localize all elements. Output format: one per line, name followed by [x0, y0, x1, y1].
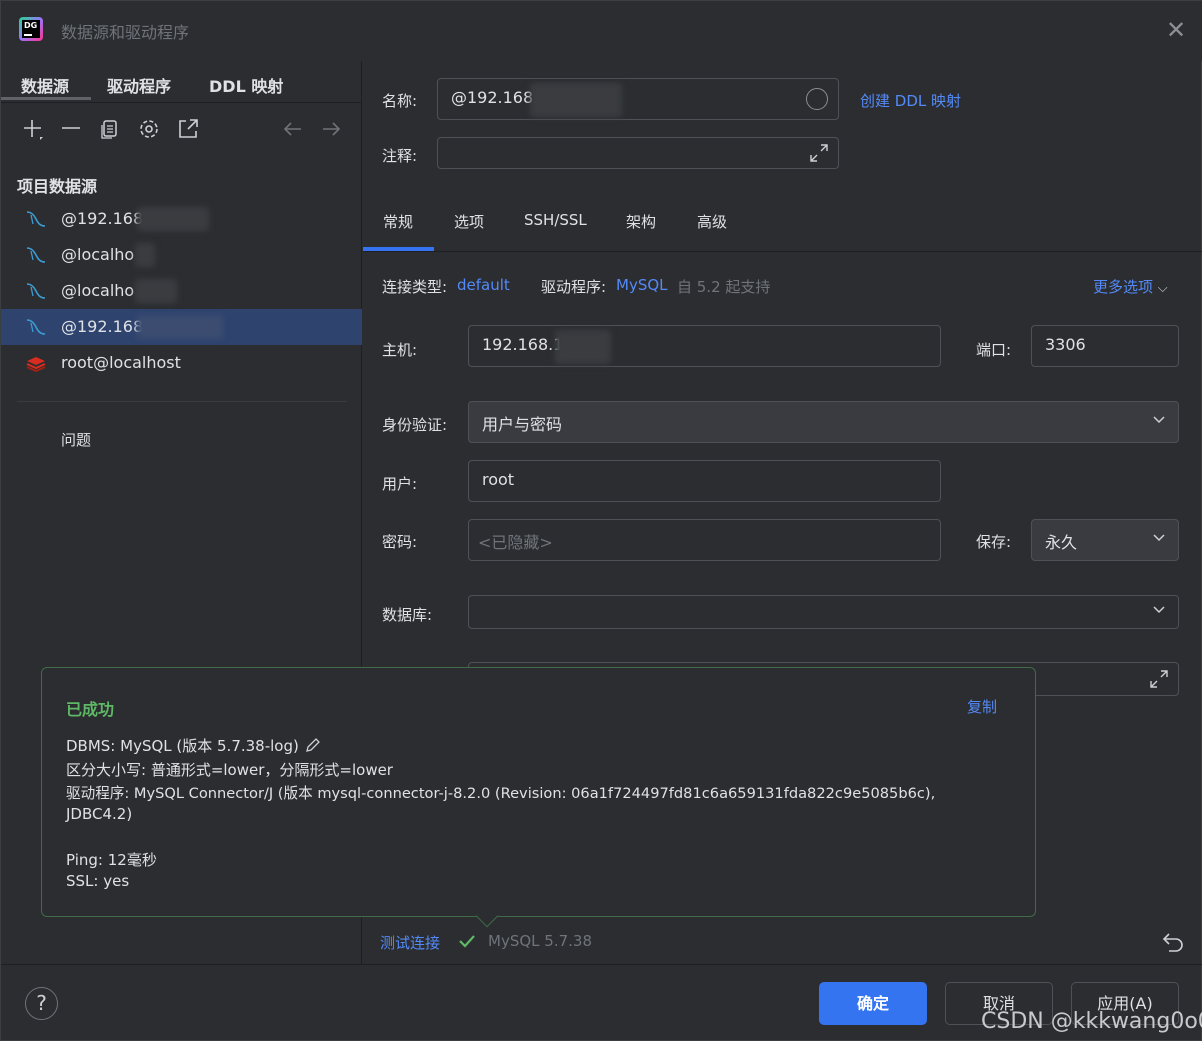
export-icon[interactable]: [176, 117, 200, 141]
tab-schemas[interactable]: 架构: [626, 211, 656, 232]
datasource-label: @localho: [61, 245, 135, 264]
host-field[interactable]: 192.168.1: [468, 325, 941, 367]
datasource-item[interactable]: @localho: [1, 273, 362, 309]
gear-icon[interactable]: [137, 117, 161, 141]
more-options-link[interactable]: 更多选项 ⌵: [1093, 276, 1168, 297]
dbms-info: DBMS: MySQL (版本 5.7.38-log): [66, 735, 322, 758]
chevron-down-icon: [1152, 602, 1166, 620]
datagrip-logo-icon: DG: [19, 17, 43, 41]
mysql-icon: [25, 209, 47, 229]
comment-field[interactable]: [437, 137, 839, 169]
expand-icon[interactable]: [1148, 668, 1170, 694]
datasource-item[interactable]: @localho: [1, 237, 362, 273]
datasource-label: @192.168: [61, 317, 144, 336]
problems-item[interactable]: 问题: [61, 429, 91, 450]
connection-type-link[interactable]: default: [457, 276, 510, 294]
chevron-down-icon: [1152, 530, 1166, 548]
case-sensitivity-info: 区分大小写: 普通形式=lower，分隔形式=lower: [66, 761, 393, 779]
connection-type-label: 连接类型:: [382, 278, 448, 296]
auth-dropdown[interactable]: 用户与密码: [468, 401, 1179, 443]
chevron-down-icon: [1152, 412, 1166, 430]
name-label: 名称:: [382, 92, 418, 110]
create-ddl-mapping-link[interactable]: 创建 DDL 映射: [860, 90, 961, 111]
datasource-label: @192.168: [61, 209, 144, 228]
divider: [17, 401, 347, 402]
datasource-item-selected[interactable]: @192.168: [1, 309, 362, 345]
tab-general[interactable]: 常规: [383, 211, 413, 232]
help-icon[interactable]: ?: [25, 987, 58, 1020]
datasource-item[interactable]: root@localhost: [1, 345, 362, 381]
host-label: 主机:: [382, 341, 418, 359]
database-dropdown[interactable]: [468, 595, 1179, 629]
password-field[interactable]: <已隐藏>: [468, 519, 941, 561]
arrow-right-icon[interactable]: [319, 117, 343, 141]
pencil-icon[interactable]: [304, 736, 322, 758]
test-status: MySQL 5.7.38: [488, 932, 592, 950]
tab-options[interactable]: 选项: [454, 211, 484, 232]
add-icon[interactable]: [21, 117, 45, 141]
ok-button[interactable]: 确定: [819, 982, 927, 1025]
csdn-watermark: CSDN @kkkwang0o0: [981, 1009, 1202, 1034]
redis-icon: [25, 353, 47, 373]
mysql-icon: [25, 317, 47, 337]
datasource-item[interactable]: @192.168: [1, 201, 362, 237]
driver-label: 驱动程序:: [541, 278, 607, 296]
tabs-divider: [363, 251, 1202, 252]
popup-title: 已成功: [66, 700, 115, 719]
mysql-icon: [25, 281, 47, 301]
copy-link[interactable]: 复制: [967, 696, 997, 717]
project-datasources-heading: 项目数据源: [17, 177, 98, 196]
remove-icon[interactable]: [59, 117, 83, 141]
tab-ssh-ssl[interactable]: SSH/SSL: [524, 211, 587, 229]
user-field[interactable]: root: [468, 460, 941, 502]
active-tab-indicator: [1, 97, 91, 100]
test-connection-link[interactable]: 测试连接: [380, 932, 440, 953]
tab-advanced[interactable]: 高级: [697, 211, 727, 232]
port-label: 端口:: [976, 341, 1012, 359]
connection-success-popup: 已成功 复制 DBMS: MySQL (版本 5.7.38-log) 区分大小写…: [41, 667, 1036, 917]
name-field[interactable]: @192.168.: [437, 78, 839, 120]
driver-link[interactable]: MySQL: [616, 276, 668, 294]
color-circle-icon[interactable]: [806, 88, 828, 110]
expand-icon[interactable]: [808, 142, 830, 168]
tab-drivers[interactable]: 驱动程序: [107, 73, 171, 97]
ping-info: Ping: 12毫秒: [66, 851, 157, 869]
save-label: 保存:: [976, 533, 1012, 551]
bottom-divider: [1, 964, 1202, 965]
driver-version-note: 自 5.2 起支持: [677, 278, 771, 296]
arrow-left-icon[interactable]: [281, 117, 305, 141]
dialog-window: DG 数据源和驱动程序 ✕ 数据源 驱动程序 DDL 映射 项目数据源 @192…: [0, 0, 1202, 1041]
user-label: 用户:: [382, 475, 418, 493]
datasource-label: @localho: [61, 281, 135, 300]
window-title: 数据源和驱动程序: [61, 23, 190, 42]
ssl-info: SSL: yes: [66, 872, 130, 890]
reset-icon[interactable]: [1161, 929, 1185, 957]
save-dropdown[interactable]: 永久: [1031, 519, 1179, 561]
tab-datasources[interactable]: 数据源: [21, 73, 69, 97]
comment-label: 注释:: [382, 147, 418, 165]
port-field[interactable]: 3306: [1031, 325, 1179, 367]
auth-label: 身份验证:: [382, 416, 448, 434]
tab-ddl-mappings[interactable]: DDL 映射: [209, 73, 283, 97]
left-tabs: 数据源 驱动程序 DDL 映射: [1, 61, 362, 103]
chevron-down-icon: ⌵: [1157, 281, 1168, 296]
driver-info: 驱动程序: MySQL Connector/J (版本 mysql-connec…: [66, 785, 936, 802]
checkmark-icon: [457, 931, 477, 955]
database-label: 数据库:: [382, 606, 433, 624]
close-icon[interactable]: ✕: [1165, 18, 1187, 42]
driver-info-cont: JDBC4.2): [66, 805, 133, 823]
password-label: 密码:: [382, 533, 418, 551]
duplicate-icon[interactable]: [98, 117, 122, 141]
datasource-label: root@localhost: [61, 353, 181, 372]
title-bar: DG 数据源和驱动程序 ✕: [1, 1, 1202, 61]
mysql-icon: [25, 245, 47, 265]
